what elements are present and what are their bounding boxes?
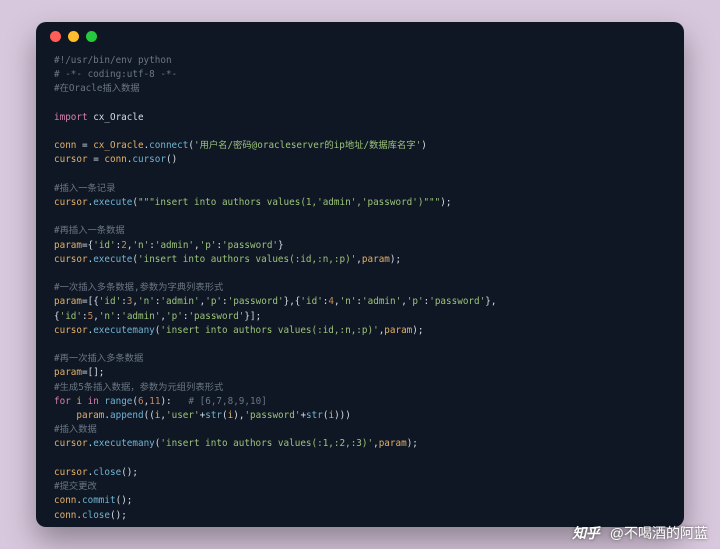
zhihu-logo-icon: 知乎	[568, 525, 604, 541]
comment: #再一次插入多条数据	[54, 353, 143, 364]
maximize-icon[interactable]	[86, 31, 97, 42]
comment: #插入数据	[54, 424, 97, 435]
comment: #生成5条插入数据，参数为元组列表形式	[54, 382, 223, 393]
comment: #插入一条记录	[54, 183, 115, 194]
close-icon[interactable]	[50, 31, 61, 42]
comment: #再插入一条数据	[54, 225, 125, 236]
watermark: 知乎 @不喝酒的阿蓝	[568, 523, 708, 543]
comment: #提交更改	[54, 481, 97, 492]
comment: #在Oracle插入数据	[54, 83, 140, 94]
shebang: #!/usr/bin/env python	[54, 55, 172, 66]
comment: #一次插入多条数据,参数为字典列表形式	[54, 282, 223, 293]
keyword-import: import	[54, 112, 88, 123]
minimize-icon[interactable]	[68, 31, 79, 42]
watermark-text: @不喝酒的阿蓝	[610, 523, 708, 543]
code-block: #!/usr/bin/env python # -*- coding:utf-8…	[36, 50, 684, 527]
code-window: #!/usr/bin/env python # -*- coding:utf-8…	[36, 22, 684, 527]
encoding-comment: # -*- coding:utf-8 -*-	[54, 69, 177, 80]
titlebar	[36, 22, 684, 50]
